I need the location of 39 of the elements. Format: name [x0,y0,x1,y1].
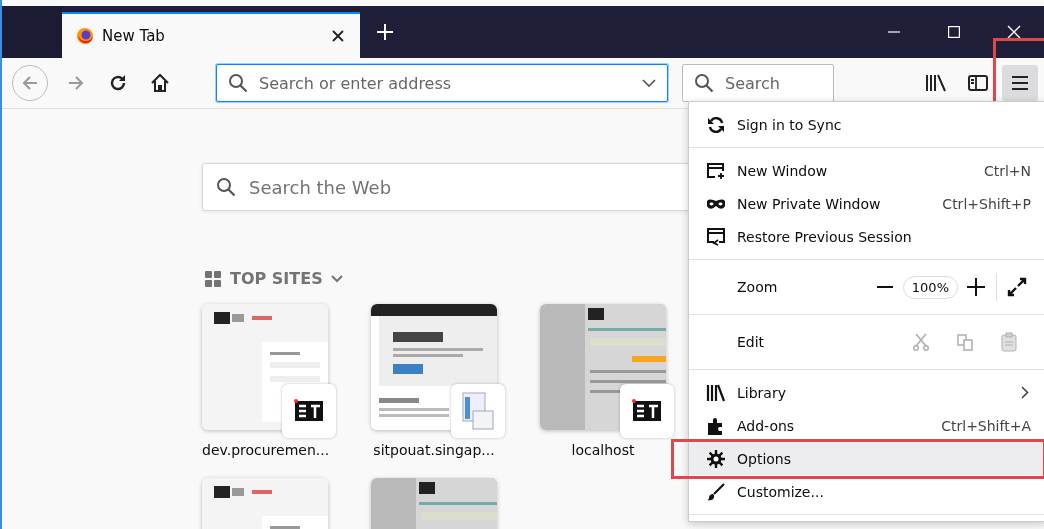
search-icon [694,73,714,93]
tab-title: New Tab [102,27,166,45]
shortcut-text: Ctrl+Shift+P [942,195,1031,212]
library-icon [705,383,727,402]
browser-logo-icon [76,27,94,45]
restore-window-icon [705,227,727,246]
menu-label: Edit [737,334,766,350]
site-thumbnail-drawing[interactable] [540,304,674,438]
mask-icon [705,197,727,210]
site-thumbnail-drawing[interactable] [202,304,336,438]
menu-item[interactable]: Options [689,442,1044,475]
section-title: TOP SITES [230,269,323,288]
menu-item[interactable]: Add-ons Ctrl+Shift+A [689,409,1044,442]
shortcut-text: Ctrl+Shift+A [941,417,1031,434]
shortcut-text: Ctrl+N [983,162,1031,179]
gear-icon [705,448,727,469]
menu-icon[interactable] [1002,65,1038,101]
browser-tab[interactable]: New Tab [62,12,360,58]
address-field[interactable]: Search or enter address [216,64,668,102]
grid-icon [204,269,222,288]
new-tab-icon[interactable] [374,21,396,43]
sync-icon [705,115,727,134]
menu-item[interactable]: Sign in to Sync [689,108,1044,141]
menu-item[interactable]: Customize... [689,475,1044,508]
site-label[interactable]: dev.procuremen... [202,442,328,458]
site-thumbnail-drawing[interactable] [371,304,505,438]
menu-label: Zoom [737,279,779,295]
search-icon [228,73,248,93]
search-icon [216,177,236,197]
dropdown-caret-icon[interactable] [642,78,656,88]
chevron-down-icon[interactable] [330,274,343,283]
new-window-icon [705,161,727,180]
menu-item[interactable]: Library [689,376,1044,409]
site-label[interactable]: sitpouat.singap... [371,442,497,458]
menu-item[interactable]: Restore Previous Session [689,220,1044,253]
paintbrush-icon [705,481,727,502]
search-field[interactable]: Search [682,64,834,102]
site-label[interactable]: localhost [540,442,666,458]
close-icon[interactable] [330,28,346,44]
